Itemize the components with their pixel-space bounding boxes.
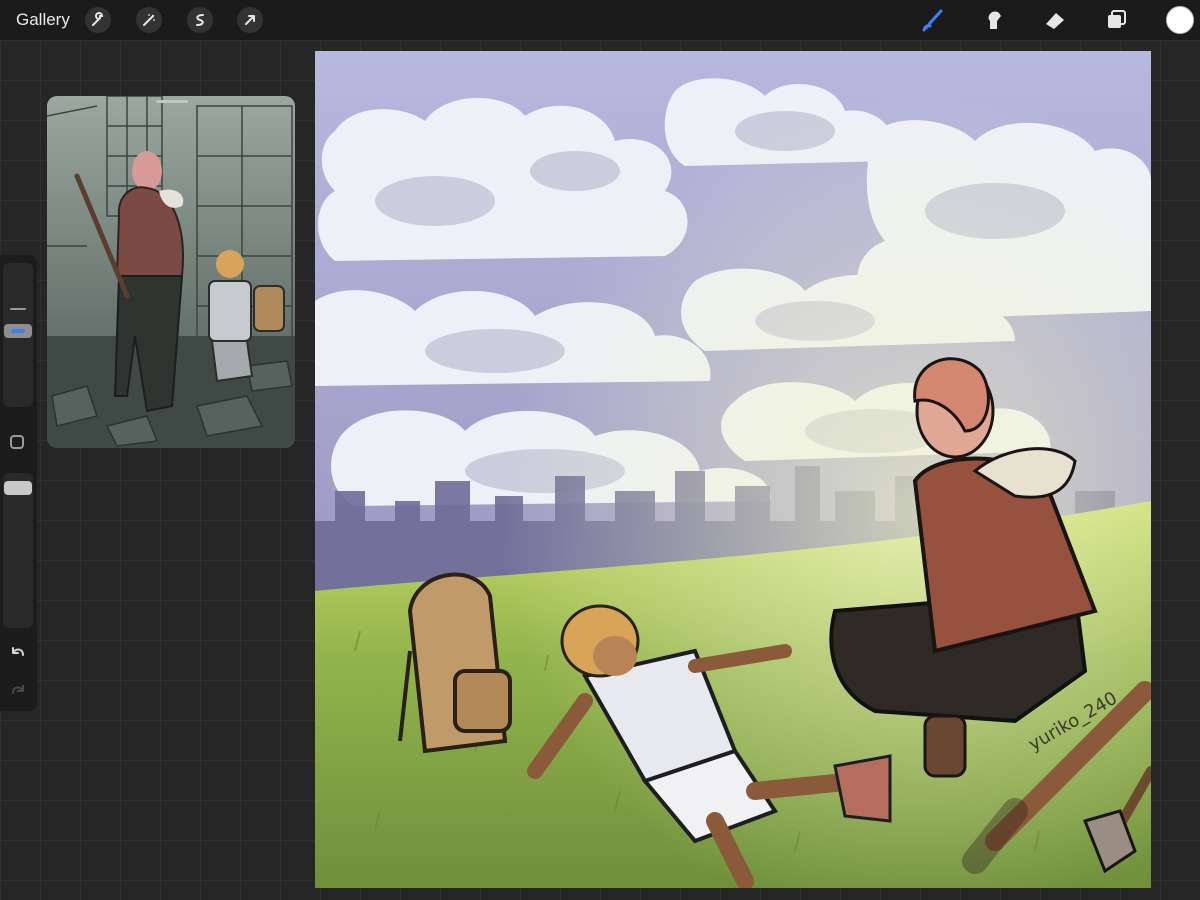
gallery-button[interactable]: Gallery (16, 10, 70, 30)
color-picker-swatch[interactable] (1166, 6, 1194, 34)
redo-arrow-icon[interactable] (8, 679, 28, 699)
undo-arrow-icon[interactable] (8, 641, 28, 661)
transform-arrow-icon[interactable] (237, 7, 263, 33)
brush-size-handle[interactable] (4, 324, 32, 338)
modify-button[interactable] (10, 435, 24, 449)
smudge-icon[interactable] (980, 6, 1008, 34)
magic-wand-icon[interactable] (136, 7, 162, 33)
artwork: yuriko_240 (315, 51, 1151, 888)
top-toolbar: Gallery (0, 0, 1200, 40)
size-tick (10, 308, 26, 310)
drawing-canvas[interactable]: yuriko_240 (315, 51, 1151, 888)
reference-window[interactable] (47, 96, 295, 448)
selection-icon[interactable] (187, 7, 213, 33)
layers-icon[interactable] (1103, 6, 1131, 34)
opacity-handle[interactable] (4, 481, 32, 495)
reference-image (47, 96, 295, 448)
opacity-slider[interactable] (3, 473, 33, 628)
reference-drag-handle[interactable] (156, 100, 188, 103)
eraser-icon[interactable] (1041, 6, 1069, 34)
brush-icon[interactable] (919, 6, 947, 34)
wrench-icon[interactable] (85, 7, 111, 33)
sidebar (0, 255, 37, 711)
